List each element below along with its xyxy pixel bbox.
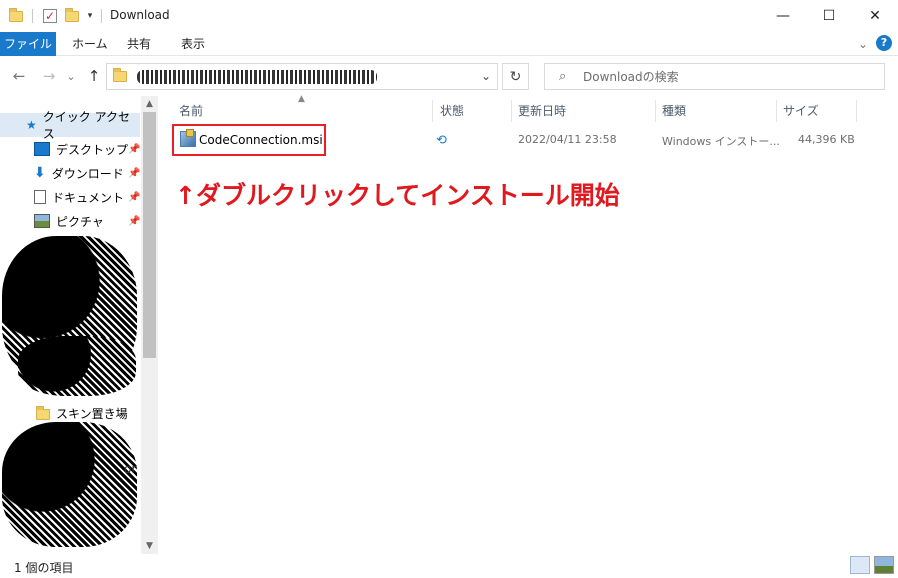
- pin-icon[interactable]: 📌: [128, 192, 140, 203]
- sidebar-item-label: ピクチャ: [56, 214, 104, 229]
- redacted-area: [2, 422, 137, 547]
- title-bar: ✓ ▾ Download — ☐ ✕: [0, 0, 898, 32]
- pin-icon[interactable]: 📌: [128, 216, 140, 227]
- address-dropdown-icon[interactable]: ⌄: [481, 69, 491, 83]
- redacted-area: [18, 336, 136, 396]
- sidebar-item-pictures[interactable]: ピクチャ 📌: [0, 209, 140, 233]
- ribbon-tabs: ファイル ホーム 共有 表示 ⌄ ?: [0, 32, 898, 56]
- customize-quick-access-icon[interactable]: ▾: [84, 6, 96, 26]
- partial-label: or: [124, 462, 137, 476]
- tab-file[interactable]: ファイル: [0, 32, 56, 56]
- desktop-icon: [34, 142, 50, 156]
- sidebar-scrollbar[interactable]: ▲ ▼: [141, 96, 158, 554]
- document-icon: [34, 190, 46, 204]
- folder-icon: [36, 405, 50, 420]
- folder-icon: [113, 68, 127, 82]
- tab-home[interactable]: ホーム: [72, 32, 108, 56]
- new-folder-icon[interactable]: [62, 6, 82, 26]
- status-bar: 1 個の項目: [0, 554, 898, 578]
- search-input[interactable]: [583, 68, 873, 86]
- window-title: Download: [110, 8, 170, 22]
- column-header-type[interactable]: 種類: [662, 100, 686, 122]
- sidebar-item-label: スキン置き場: [56, 406, 128, 421]
- search-box[interactable]: ⌕: [544, 63, 885, 90]
- download-icon: ⬇: [34, 165, 46, 181]
- recent-locations-button[interactable]: ⌄: [64, 66, 78, 86]
- column-divider[interactable]: [655, 100, 656, 122]
- maximize-button[interactable]: ☐: [806, 0, 852, 32]
- tab-share[interactable]: 共有: [127, 32, 151, 56]
- minimize-button[interactable]: —: [760, 0, 806, 32]
- scroll-down-icon[interactable]: ▼: [141, 538, 158, 554]
- tab-view[interactable]: 表示: [181, 32, 205, 56]
- up-button[interactable]: ↑: [84, 66, 104, 86]
- large-icons-view-button[interactable]: [874, 556, 894, 574]
- star-icon: ★: [26, 118, 37, 132]
- picture-icon: [34, 214, 50, 228]
- details-view-button[interactable]: [850, 556, 870, 574]
- divider: [32, 9, 33, 23]
- column-header-size[interactable]: サイズ: [783, 100, 819, 122]
- sidebar-item-label: デスクトップ: [56, 142, 129, 157]
- redacted-path: [137, 70, 377, 84]
- pin-icon[interactable]: 📌: [128, 168, 140, 179]
- help-icon[interactable]: ?: [876, 35, 892, 51]
- sidebar-item-desktop[interactable]: デスクトップ 📌: [0, 137, 140, 161]
- expand-ribbon-icon[interactable]: ⌄: [858, 37, 868, 51]
- pin-icon[interactable]: 📌: [128, 144, 140, 155]
- search-icon: ⌕: [559, 69, 567, 84]
- column-divider[interactable]: [432, 100, 433, 122]
- address-row: ← → ⌄ ↑ ⌄ ↻ ⌕: [0, 56, 898, 96]
- column-header-modified[interactable]: 更新日時: [518, 100, 566, 122]
- sidebar-item-quick-access[interactable]: ★ クイック アクセス: [0, 110, 140, 141]
- properties-check-icon[interactable]: ✓: [40, 6, 60, 26]
- file-size: 44,396 KB: [798, 133, 855, 146]
- msi-installer-icon: [180, 129, 196, 147]
- sidebar-item-label: ダウンロード: [51, 166, 124, 181]
- scroll-thumb[interactable]: [143, 112, 156, 358]
- back-button[interactable]: ←: [8, 66, 30, 86]
- file-type: Windows インストー...: [662, 135, 780, 148]
- divider: [101, 9, 102, 23]
- file-modified: 2022/04/11 23:58: [518, 133, 617, 146]
- sync-status-icon: ⟲: [436, 133, 447, 148]
- sort-ascending-icon: ▲: [298, 94, 305, 104]
- scroll-up-icon[interactable]: ▲: [141, 96, 158, 112]
- address-bar[interactable]: ⌄: [106, 63, 498, 90]
- column-header-status[interactable]: 状態: [440, 100, 464, 122]
- sidebar-item-label: ドキュメント: [52, 190, 125, 205]
- column-divider[interactable]: [511, 100, 512, 122]
- close-button[interactable]: ✕: [852, 0, 898, 32]
- column-divider[interactable]: [856, 100, 857, 122]
- forward-button[interactable]: →: [38, 66, 60, 86]
- navigation-pane: ★ クイック アクセス デスクトップ 📌 ⬇ ダウンロード 📌 ドキュメント 📌…: [0, 96, 158, 554]
- column-header-name[interactable]: 名前: [179, 100, 203, 122]
- column-divider[interactable]: [776, 100, 777, 122]
- sidebar-item-downloads[interactable]: ⬇ ダウンロード 📌: [0, 161, 140, 185]
- file-name[interactable]: CodeConnection.msi: [199, 133, 323, 147]
- instruction-annotation: ↑ダブルクリックしてインストール開始: [175, 181, 620, 210]
- item-count: 1 個の項目: [14, 561, 74, 575]
- folder-icon[interactable]: [6, 6, 26, 26]
- refresh-button[interactable]: ↻: [502, 63, 529, 90]
- sidebar-item-documents[interactable]: ドキュメント 📌: [0, 185, 140, 209]
